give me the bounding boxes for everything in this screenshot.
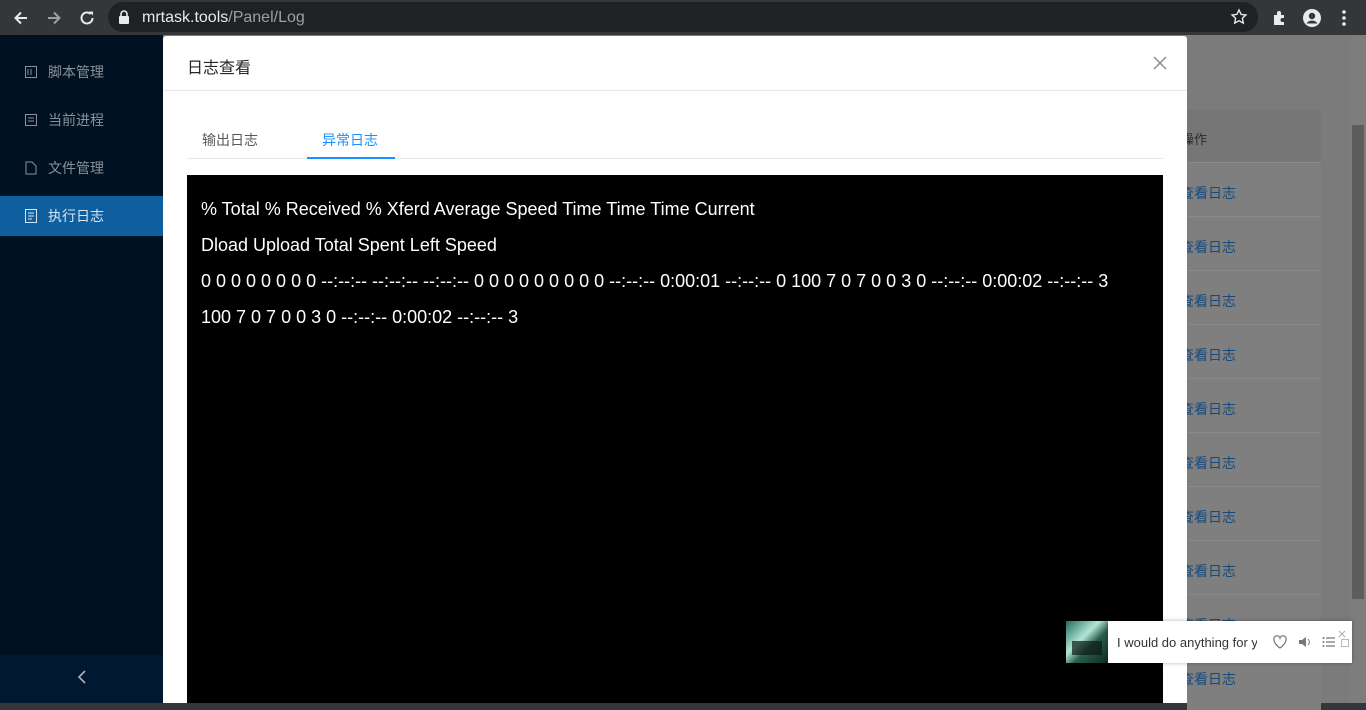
sidebar-item-files[interactable]: 文件管理 — [0, 148, 163, 188]
active-tab-indicator — [307, 157, 395, 159]
table-row-divider — [1187, 540, 1321, 541]
table-row-divider — [1187, 270, 1321, 271]
log-output: % Total % Received % Xferd Average Speed… — [187, 175, 1163, 703]
table-row-divider — [1187, 162, 1321, 163]
tab-error-log[interactable]: 异常日志 — [322, 130, 378, 150]
log-line: Dload Upload Total Spent Left Speed — [201, 235, 497, 255]
url-host: mrtask.tools — [142, 9, 229, 26]
profile-icon[interactable] — [1300, 6, 1324, 30]
view-log-link[interactable]: 查看日志 — [1180, 183, 1236, 203]
sidebar-item-scripts[interactable]: 脚本管理 — [0, 52, 163, 92]
sidebar-item-logs[interactable]: 执行日志 — [0, 196, 163, 236]
view-log-link[interactable]: 查看日志 — [1180, 291, 1236, 311]
table-row-divider — [1187, 594, 1321, 595]
sidebar: 脚本管理 当前进程 文件管理 执行日志 — [0, 35, 163, 703]
sidebar-item-label: 文件管理 — [48, 160, 104, 176]
reload-icon[interactable] — [75, 6, 99, 30]
music-player-bar: I would do anything for you — [1108, 621, 1352, 663]
modal-header: 日志查看 — [163, 36, 1187, 91]
table-row-divider — [1187, 378, 1321, 379]
sidebar-item-label: 脚本管理 — [48, 64, 104, 80]
table-row-divider — [1187, 216, 1321, 217]
view-log-link[interactable]: 查看日志 — [1180, 453, 1236, 473]
table-row-divider — [1187, 432, 1321, 433]
forward-icon[interactable] — [42, 6, 66, 30]
log-line: 0 0 0 0 0 0 0 0 --:--:-- --:--:-- --:--:… — [201, 271, 1109, 291]
tab-output-log[interactable]: 输出日志 — [202, 130, 258, 150]
url-text: mrtask.tools/Panel/Log — [142, 9, 305, 27]
view-log-link[interactable]: 查看日志 — [1180, 507, 1236, 527]
modal-title: 日志查看 — [187, 60, 252, 77]
browser-toolbar: mrtask.tools/Panel/Log — [0, 0, 1366, 35]
track-title: I would do anything for you — [1117, 635, 1257, 650]
log-icon — [24, 209, 38, 223]
view-log-link[interactable]: 查看日志 — [1180, 561, 1236, 581]
view-log-link[interactable]: 查看日志 — [1180, 237, 1236, 257]
close-icon[interactable] — [1338, 625, 1348, 638]
music-player: I would do anything for you — [1066, 621, 1362, 663]
app-area: 脚本管理 当前进程 文件管理 执行日志 操作 查看日志 查看日志 查看日志 查看日志查… — [0, 35, 1366, 710]
log-tabs: 输出日志 异常日志 — [187, 124, 1163, 159]
back-icon[interactable] — [9, 6, 33, 30]
volume-icon[interactable] — [1297, 634, 1313, 650]
bookmark-star-icon[interactable] — [1230, 8, 1248, 31]
view-log-link[interactable]: 查看日志 — [1180, 345, 1236, 365]
process-icon — [24, 113, 38, 127]
extensions-icon[interactable] — [1268, 6, 1292, 30]
album-cover[interactable] — [1066, 621, 1108, 663]
sidebar-item-processes[interactable]: 当前进程 — [0, 100, 163, 140]
heart-icon[interactable] — [1272, 634, 1288, 650]
view-log-link[interactable]: 查看日志 — [1180, 399, 1236, 419]
browser-menu-icon[interactable] — [1332, 6, 1356, 30]
file-icon — [24, 161, 38, 175]
minimize-icon[interactable] — [1341, 639, 1349, 647]
script-icon — [24, 65, 38, 79]
sidebar-item-label: 当前进程 — [48, 112, 104, 128]
page-scrollbar-thumb[interactable] — [1352, 125, 1364, 599]
chevron-left-icon — [77, 669, 87, 689]
url-path: /Panel/Log — [228, 9, 305, 26]
playlist-icon[interactable] — [1321, 634, 1337, 650]
table-row-divider — [1187, 324, 1321, 325]
table-row-divider — [1187, 486, 1321, 487]
log-viewer-modal: 日志查看 输出日志 异常日志 % Total % Received % Xfer… — [163, 36, 1187, 703]
sidebar-item-label: 执行日志 — [48, 208, 104, 224]
lock-icon — [118, 10, 130, 29]
view-log-link[interactable]: 查看日志 — [1180, 669, 1236, 689]
address-bar[interactable]: mrtask.tools/Panel/Log — [108, 2, 1258, 32]
log-line: 100 7 0 7 0 0 3 0 --:--:-- 0:00:02 --:--… — [201, 307, 519, 327]
close-icon[interactable] — [1151, 54, 1169, 72]
log-line: % Total % Received % Xferd Average Speed… — [201, 199, 755, 219]
sidebar-collapse-button[interactable] — [0, 655, 163, 703]
background-table-header: 操作 — [1181, 110, 1321, 163]
